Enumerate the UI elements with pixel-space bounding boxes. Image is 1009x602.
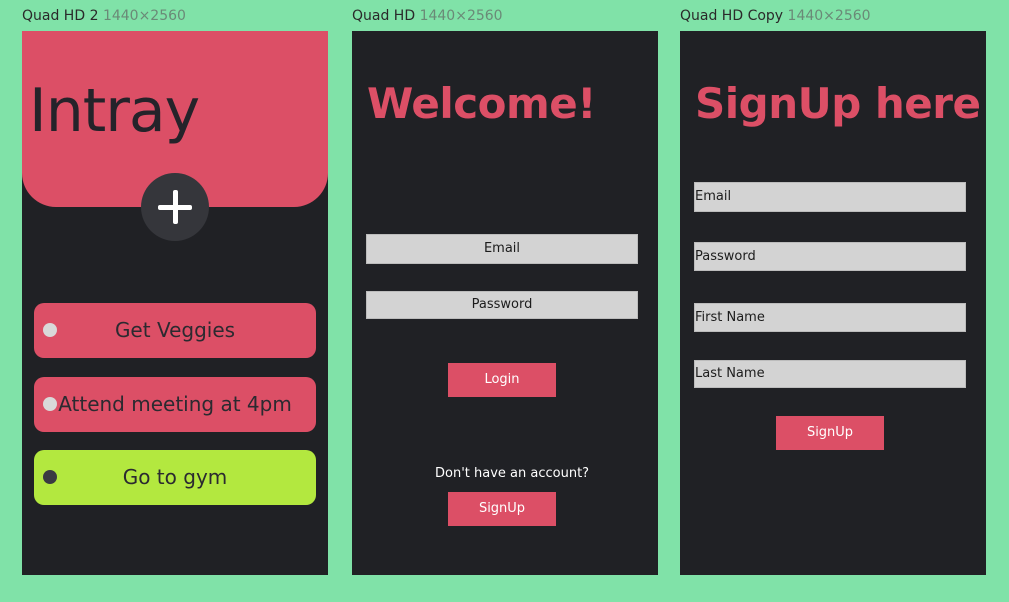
task-label: Go to gym <box>122 465 228 489</box>
password-input[interactable]: Password <box>366 291 638 319</box>
login-screen: Welcome! Email Password Login Don't have… <box>352 31 658 575</box>
plus-icon-vertical <box>173 190 178 224</box>
email-placeholder: Email <box>695 189 732 204</box>
artboard-size: 1440×2560 <box>102 8 186 24</box>
artboard-label-3: Quad HD Copy 1440×2560 <box>680 8 871 24</box>
task-label: Get Veggies <box>114 318 236 342</box>
last-name-field[interactable]: Last Name <box>694 360 966 388</box>
password-field[interactable]: Password <box>694 242 966 271</box>
artboard-label-2: Quad HD 1440×2560 <box>352 8 503 24</box>
task-item[interactable]: Get Veggies <box>34 303 316 358</box>
password-placeholder: Password <box>695 249 756 264</box>
first-name-placeholder: First Name <box>695 310 765 325</box>
intray-screen: Intray Get Veggies Attend meeting at 4pm… <box>22 31 328 575</box>
app-title: Intray <box>29 76 200 146</box>
welcome-heading: Welcome! <box>367 79 596 128</box>
task-item[interactable]: Attend meeting at 4pm <box>34 377 316 432</box>
signup-button[interactable]: SignUp <box>448 492 556 526</box>
task-item-done[interactable]: Go to gym <box>34 450 316 505</box>
artboard-size: 1440×2560 <box>419 8 503 24</box>
artboard-name: Quad HD <box>352 8 416 24</box>
login-button[interactable]: Login <box>448 363 556 397</box>
email-input[interactable]: Email <box>366 234 638 264</box>
artboard-name: Quad HD 2 <box>22 8 99 24</box>
artboard-name: Quad HD Copy <box>680 8 784 24</box>
artboard-size: 1440×2560 <box>787 8 871 24</box>
add-task-button[interactable] <box>141 173 209 241</box>
email-field[interactable]: Email <box>694 182 966 212</box>
first-name-field[interactable]: First Name <box>694 303 966 332</box>
email-placeholder: Email <box>483 241 521 256</box>
signup-screen: SignUp here! Email Password First Name L… <box>680 31 986 575</box>
signup-submit-button[interactable]: SignUp <box>776 416 884 450</box>
signup-heading: SignUp here! <box>695 79 986 128</box>
last-name-placeholder: Last Name <box>695 366 765 381</box>
no-account-text: Don't have an account? <box>435 466 590 481</box>
task-label: Attend meeting at 4pm <box>58 392 292 416</box>
artboard-label-1: Quad HD 2 1440×2560 <box>22 8 186 24</box>
password-placeholder: Password <box>471 297 533 312</box>
